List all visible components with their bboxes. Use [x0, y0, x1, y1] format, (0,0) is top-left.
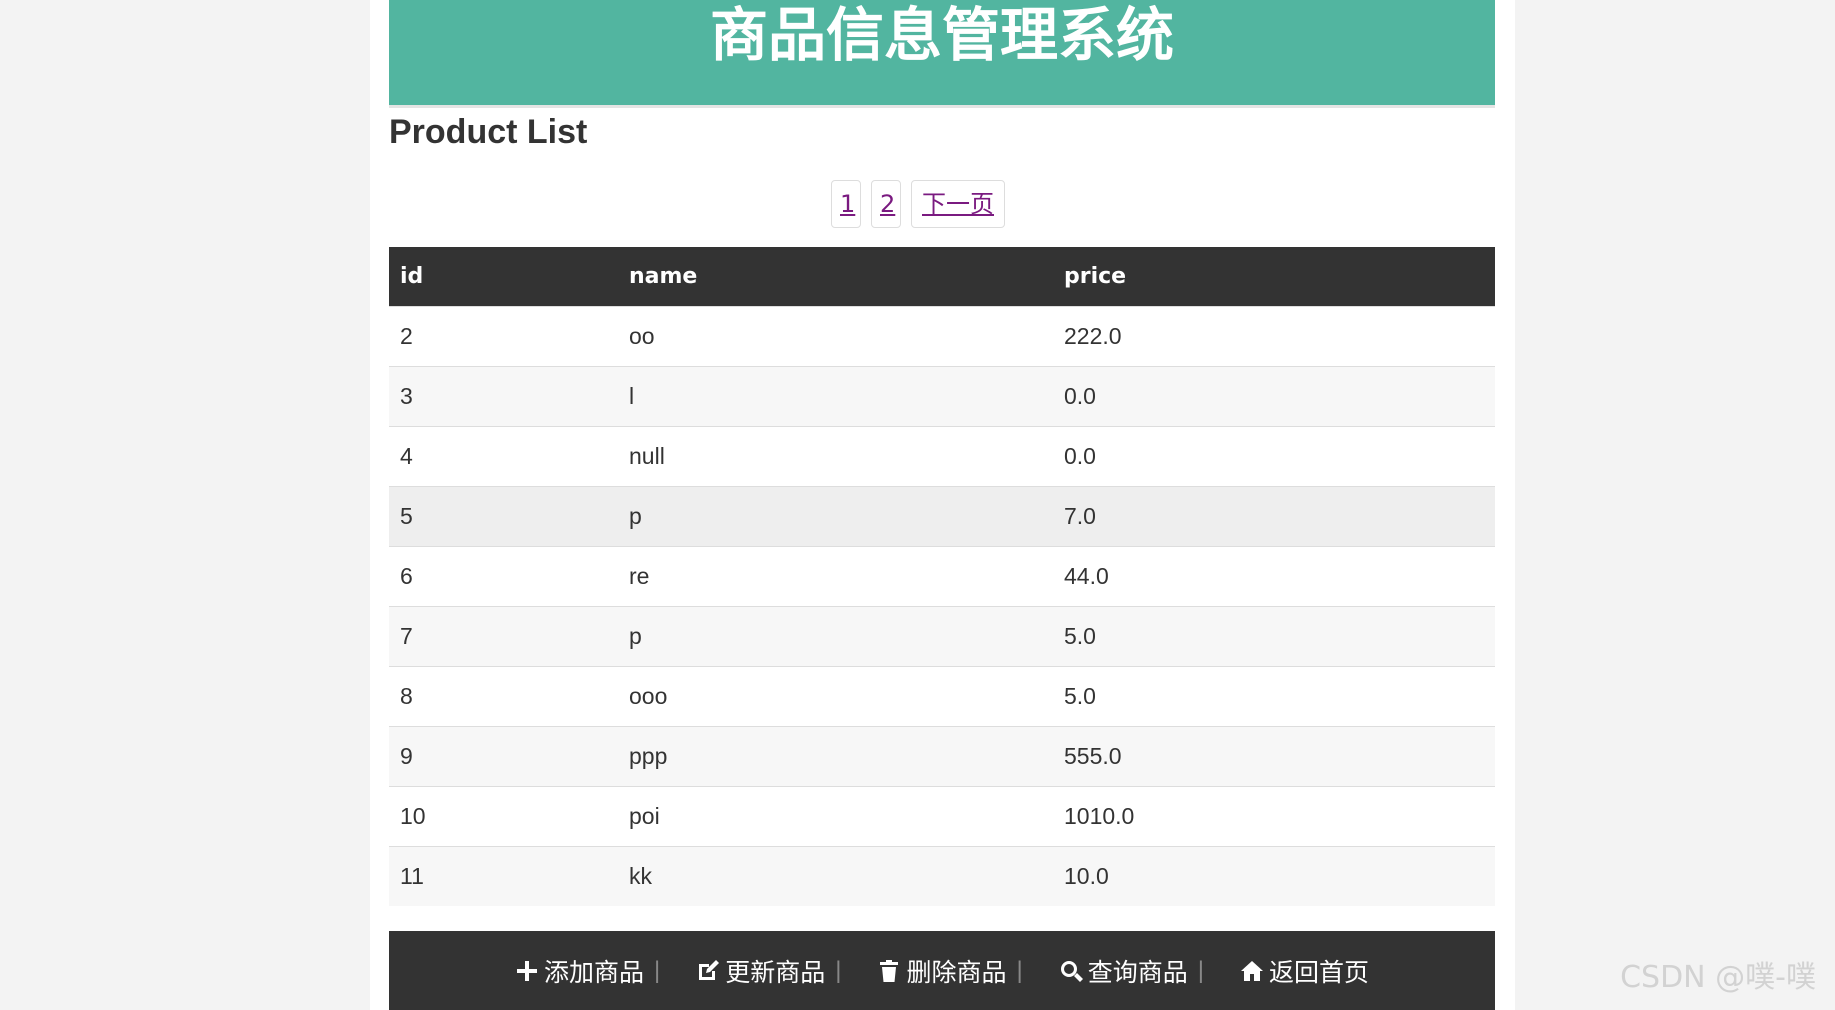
- trash-icon: [880, 959, 899, 982]
- table-row: 11 kk 10.0: [389, 846, 1495, 906]
- cell-price: 5.0: [1053, 666, 1495, 727]
- table-row: 2 oo 222.0: [389, 306, 1495, 367]
- cell-name: kk: [618, 846, 1053, 906]
- cell-price: 1010.0: [1053, 786, 1495, 847]
- cell-name: re: [618, 546, 1053, 607]
- home-icon: [1240, 960, 1263, 981]
- home-link[interactable]: 返回首页: [1240, 953, 1369, 989]
- page-title: Product List: [389, 113, 588, 151]
- table-row: 8 ooo 5.0: [389, 666, 1495, 727]
- column-header-name: name: [618, 247, 1053, 307]
- table-row: 10 poi 1010.0: [389, 786, 1495, 847]
- pagination: 1 2 下一页: [0, 180, 1835, 228]
- next-page-link[interactable]: 下一页: [911, 180, 1005, 228]
- site-header: 商品信息管理系统: [389, 0, 1495, 108]
- cell-id: 7: [389, 606, 618, 667]
- table-row: 5 p 7.0: [389, 486, 1495, 547]
- add-product-link[interactable]: 添加商品: [515, 953, 644, 989]
- cell-id: 5: [389, 486, 618, 547]
- cell-price: 7.0: [1053, 486, 1495, 547]
- cell-name: poi: [618, 786, 1053, 847]
- cell-price: 222.0: [1053, 306, 1495, 367]
- cell-price: 5.0: [1053, 606, 1495, 667]
- cell-id: 3: [389, 366, 618, 427]
- search-product-link[interactable]: 查询商品: [1059, 953, 1188, 989]
- search-icon: [1060, 960, 1083, 982]
- column-header-id: id: [389, 247, 618, 307]
- cell-id: 11: [389, 846, 618, 906]
- cell-name: null: [618, 426, 1053, 487]
- cell-price: 0.0: [1053, 426, 1495, 487]
- delete-product-link[interactable]: 删除商品: [877, 953, 1007, 989]
- cell-name: p: [618, 606, 1053, 667]
- cell-id: 8: [389, 666, 618, 727]
- nav-separator: |: [1197, 956, 1204, 984]
- cell-id: 2: [389, 306, 618, 367]
- plus-icon: [516, 960, 537, 981]
- search-product-label: 查询商品: [1087, 957, 1188, 987]
- cell-id: 6: [389, 546, 618, 607]
- site-title: 商品信息管理系统: [709, 1, 1174, 69]
- update-product-label: 更新商品: [725, 957, 826, 987]
- table-row: 4 null 0.0: [389, 426, 1495, 487]
- table-row: 6 re 44.0: [389, 546, 1495, 607]
- page-link-2[interactable]: 2: [871, 180, 901, 228]
- table-row: 3 l 0.0: [389, 366, 1495, 427]
- nav-separator: |: [835, 956, 842, 984]
- cell-price: 555.0: [1053, 726, 1495, 787]
- nav-separator: |: [654, 956, 661, 984]
- cell-id: 10: [389, 786, 618, 847]
- watermark: CSDN @噗-噗: [1620, 960, 1816, 995]
- cell-name: oo: [618, 306, 1053, 367]
- cell-name: ooo: [618, 666, 1053, 727]
- bottom-nav-bar: 添加商品 | 更新商品 | 删除商品 | 查询商品 | 返回首页: [389, 931, 1495, 1010]
- column-header-price: price: [1053, 247, 1495, 307]
- product-table: id name price 2 oo 222.0 3 l 0.0 4 null …: [389, 247, 1495, 906]
- page-link-1[interactable]: 1: [831, 180, 861, 228]
- delete-product-label: 删除商品: [906, 957, 1007, 987]
- cell-name: ppp: [618, 726, 1053, 787]
- home-label: 返回首页: [1268, 957, 1369, 987]
- cell-id: 4: [389, 426, 618, 487]
- table-row: 9 ppp 555.0: [389, 726, 1495, 787]
- table-header-row: id name price: [389, 247, 1495, 307]
- cell-name: l: [618, 366, 1053, 427]
- update-product-link[interactable]: 更新商品: [696, 953, 825, 989]
- nav-separator: |: [1016, 956, 1023, 984]
- cell-price: 44.0: [1053, 546, 1495, 607]
- cell-id: 9: [389, 726, 618, 787]
- cell-price: 10.0: [1053, 846, 1495, 906]
- cell-price: 0.0: [1053, 366, 1495, 427]
- table-row: 7 p 5.0: [389, 606, 1495, 667]
- add-product-label: 添加商品: [543, 957, 644, 987]
- edit-icon: [699, 959, 720, 980]
- cell-name: p: [618, 486, 1053, 547]
